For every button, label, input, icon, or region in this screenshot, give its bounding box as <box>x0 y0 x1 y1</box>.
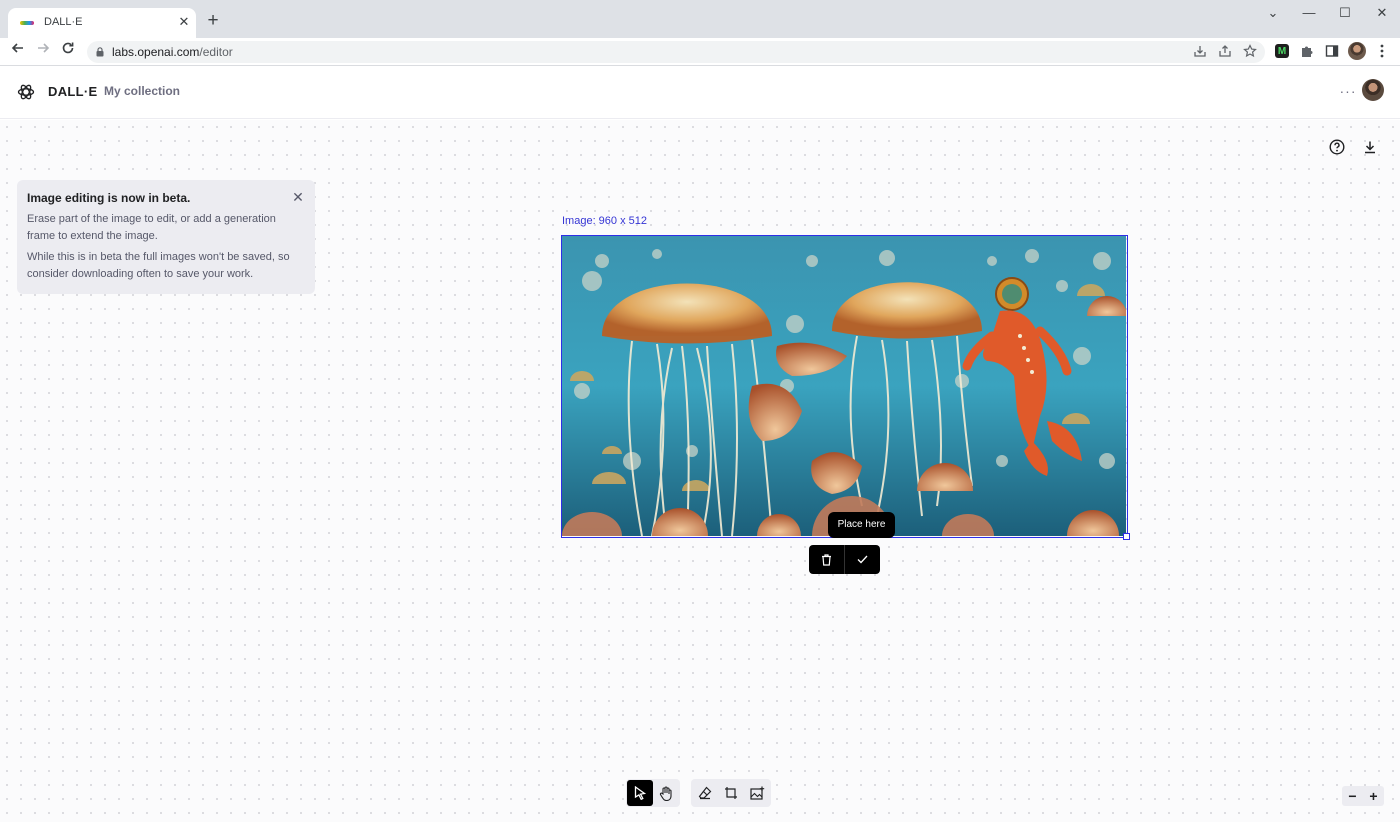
tab-search-icon[interactable]: ⌄ <box>1261 4 1285 22</box>
download-icon[interactable] <box>1360 137 1380 157</box>
url-path: /editor <box>199 45 233 59</box>
browser-toolbar: labs.openai.com/editor M <box>0 38 1400 66</box>
cursor-icon[interactable] <box>627 780 653 806</box>
frame-icon[interactable] <box>718 780 744 806</box>
notice-title: Image editing is now in beta. <box>27 191 191 205</box>
tab-title: DALL·E <box>44 16 83 28</box>
sidepanel-icon[interactable] <box>1322 41 1342 61</box>
tab-close-icon[interactable]: ✕ <box>176 14 192 30</box>
new-tab-button[interactable]: + <box>204 11 222 30</box>
url-host: labs.openai.com <box>112 45 200 59</box>
window-close-button[interactable]: ✕ <box>1370 4 1394 22</box>
help-icon[interactable] <box>1327 137 1347 157</box>
minimize-button[interactable]: — <box>1297 4 1321 22</box>
editing-tools <box>691 779 771 807</box>
puzzle-icon[interactable] <box>1297 41 1317 61</box>
address-bar[interactable]: labs.openai.com/editor <box>87 41 1265 63</box>
user-avatar[interactable] <box>1362 79 1384 101</box>
zoom-in-icon[interactable]: + <box>1363 786 1384 806</box>
navigation-tools <box>626 779 680 807</box>
reload-icon[interactable] <box>58 41 78 61</box>
place-here-tooltip: Place here <box>828 512 895 538</box>
close-icon[interactable]: ✕ <box>291 190 305 204</box>
kebab-menu-icon[interactable] <box>1372 41 1392 61</box>
browser-tabbar: DALL·E ✕ + ⌄ — ☐ ✕ <box>0 0 1400 38</box>
brand-name[interactable]: DALL·E <box>48 84 97 99</box>
resize-handle[interactable] <box>1123 533 1130 540</box>
dalle-favicon-icon <box>20 21 34 25</box>
lock-icon <box>96 47 104 57</box>
profile-avatar-image <box>1348 42 1366 60</box>
url-text: labs.openai.com/editor <box>112 45 233 59</box>
app-header: DALL·E My collection ··· <box>0 67 1400 119</box>
install-icon[interactable] <box>1190 41 1210 61</box>
extension-m-label: M <box>1275 44 1289 58</box>
jellyfish-diver-image <box>562 236 1126 536</box>
my-collection-link[interactable]: My collection <box>104 84 180 98</box>
beta-notice: Image editing is now in beta. Erase part… <box>17 180 315 294</box>
profile-avatar[interactable] <box>1347 41 1367 61</box>
browser-tab[interactable]: DALL·E ✕ <box>8 8 196 38</box>
notice-paragraph-1: Erase part of the image to edit, or add … <box>27 213 276 242</box>
more-options-icon[interactable]: ··· <box>1338 81 1358 101</box>
image-frame[interactable] <box>561 235 1128 538</box>
zoom-out-icon[interactable]: − <box>1342 786 1363 806</box>
zoom-controls: − + <box>1342 786 1384 806</box>
frame-action-bar <box>809 545 880 574</box>
notice-paragraph-2: While this is in beta the full images wo… <box>27 251 290 280</box>
star-icon[interactable] <box>1240 41 1260 61</box>
check-icon[interactable] <box>844 545 880 574</box>
extension-m-icon[interactable]: M <box>1272 41 1292 61</box>
trash-icon[interactable] <box>809 545 844 574</box>
image-size-label: Image: 960 x 512 <box>562 215 648 227</box>
share-icon[interactable] <box>1215 41 1235 61</box>
upload-image-icon[interactable] <box>744 780 770 806</box>
hand-icon[interactable] <box>653 780 679 806</box>
forward-icon[interactable] <box>33 41 53 61</box>
maximize-button[interactable]: ☐ <box>1333 4 1357 22</box>
openai-logo[interactable] <box>16 82 36 102</box>
eraser-icon[interactable] <box>692 780 718 806</box>
back-icon[interactable] <box>8 41 28 61</box>
